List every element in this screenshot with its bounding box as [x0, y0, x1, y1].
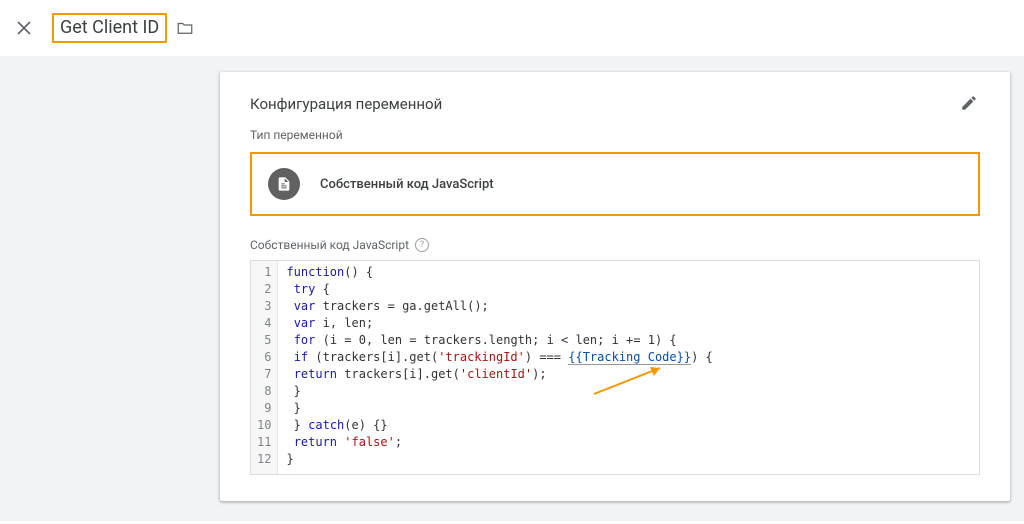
panel-title: Конфигурация переменной — [250, 95, 442, 113]
variable-type-selector[interactable]: Собственный код JavaScript — [250, 152, 980, 216]
page-title[interactable]: Get Client ID — [52, 13, 167, 43]
help-icon[interactable]: ? — [415, 238, 429, 252]
edit-icon[interactable] — [960, 94, 980, 114]
top-bar: Get Client ID — [0, 0, 1024, 56]
code-editor-label: Собственный код JavaScript ? — [250, 238, 980, 252]
code-label-text: Собственный код JavaScript — [250, 238, 409, 252]
variable-type-name: Собственный код JavaScript — [320, 177, 494, 192]
line-numbers: 123456789101112 — [251, 261, 278, 474]
config-panel: Конфигурация переменной Тип переменной С… — [220, 72, 1010, 501]
folder-icon[interactable] — [175, 18, 195, 38]
close-icon[interactable] — [12, 16, 36, 40]
content-area: Конфигурация переменной Тип переменной С… — [0, 56, 1024, 521]
code-content[interactable]: function() { try { var trackers = ga.get… — [278, 261, 979, 474]
document-icon — [268, 168, 300, 200]
panel-header: Конфигурация переменной — [250, 94, 980, 114]
code-editor[interactable]: 123456789101112 function() { try { var t… — [250, 260, 980, 475]
variable-type-label: Тип переменной — [250, 128, 980, 142]
